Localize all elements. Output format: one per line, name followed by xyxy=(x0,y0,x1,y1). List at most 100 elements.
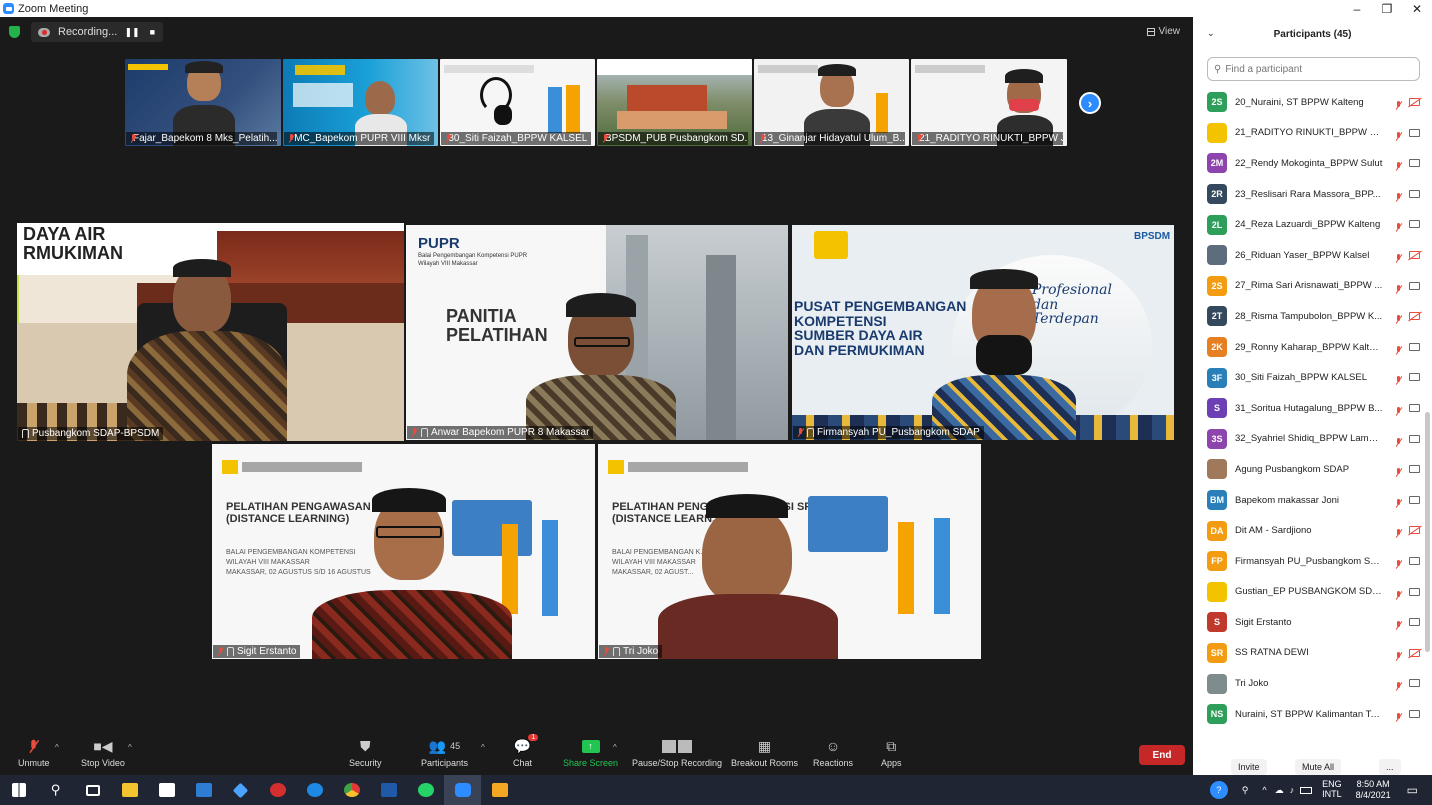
unmute-button[interactable]: Unmute xyxy=(18,738,50,768)
video-icon[interactable] xyxy=(1409,159,1420,168)
participant-row[interactable]: Gustian_EP PUSBANGKOM SDAP xyxy=(1193,577,1432,608)
mic-muted-icon[interactable] xyxy=(1395,158,1402,176)
participant-row[interactable]: Tri Joko xyxy=(1193,668,1432,699)
dropbox-icon[interactable] xyxy=(222,775,259,805)
participant-row[interactable]: 3F 30_Siti Faizah_BPPW KALSEL xyxy=(1193,362,1432,393)
participant-row[interactable]: 2K 29_Ronny Kaharap_BPPW Kalteng xyxy=(1193,332,1432,363)
video-icon[interactable] xyxy=(1409,465,1420,474)
clock[interactable]: 8:50 AM 8/4/2021 xyxy=(1356,779,1391,802)
filmstrip-tile[interactable]: Fajar_Bapekom 8 Mks_Pelatih... xyxy=(125,59,281,146)
video-tile-active-speaker[interactable]: DAYA AIR RMUKIMAN Pusbangkom SDAP-BPSDM xyxy=(17,223,404,441)
stop-recording-icon[interactable]: ■ xyxy=(150,27,155,38)
notifications-icon[interactable]: ▭ xyxy=(1407,783,1418,797)
participant-row[interactable]: NS Nuraini, ST BPPW Kalimantan Tengah xyxy=(1193,699,1432,730)
audio-options-caret[interactable]: ^ xyxy=(55,743,59,752)
minimize-button[interactable]: – xyxy=(1342,0,1372,17)
participant-row[interactable]: 2T 28_Risma Tampubolon_BPPW K... xyxy=(1193,301,1432,332)
battery-icon[interactable] xyxy=(1300,786,1313,794)
video-icon[interactable] xyxy=(1409,281,1420,290)
video-off-icon[interactable] xyxy=(1409,312,1420,321)
filmstrip-tile[interactable]: BPSDM_PUB Pusbangkom SD... xyxy=(597,59,752,146)
mic-muted-icon[interactable] xyxy=(1395,556,1402,574)
video-icon[interactable] xyxy=(1409,220,1420,229)
video-off-icon[interactable] xyxy=(1409,526,1420,535)
participant-row[interactable]: 26_Riduan Yaser_BPPW Kalsel xyxy=(1193,240,1432,271)
video-tile[interactable]: PELATIHAN PENGAW... NSTRUKSI SPAM (DISTA… xyxy=(598,444,981,659)
video-icon[interactable] xyxy=(1409,587,1420,596)
participant-row[interactable]: S 31_Soritua Hutagalung_BPPW B... xyxy=(1193,393,1432,424)
file-explorer-icon[interactable] xyxy=(111,775,148,805)
language-indicator[interactable]: ENG INTL xyxy=(1322,779,1342,800)
search-icon[interactable]: ⚲ xyxy=(37,775,74,805)
media-player-icon[interactable] xyxy=(481,775,518,805)
mic-muted-icon[interactable] xyxy=(1395,464,1402,482)
task-view-icon[interactable] xyxy=(74,775,111,805)
mic-muted-icon[interactable] xyxy=(1395,617,1402,635)
mic-muted-icon[interactable] xyxy=(1395,434,1402,452)
reactions-button[interactable]: ☺ Reactions xyxy=(813,738,853,768)
chevron-down-icon[interactable]: ⌄ xyxy=(1207,28,1215,39)
share-options-caret[interactable]: ^ xyxy=(613,743,617,752)
mic-muted-icon[interactable] xyxy=(1395,342,1402,360)
participant-list-scrollbar[interactable] xyxy=(1425,412,1430,652)
cloud-icon[interactable]: ☁ xyxy=(1275,785,1284,796)
pause-recording-icon[interactable]: ❚❚ xyxy=(124,27,139,38)
stop-video-button[interactable]: ■◀ Stop Video xyxy=(81,738,125,769)
video-tile[interactable]: PELATIHAN PENGAWASAN ... SPAM (DISTANCE … xyxy=(212,444,595,659)
participant-row[interactable]: 2L 24_Reza Lazuardi_BPPW Kalteng xyxy=(1193,209,1432,240)
video-icon[interactable] xyxy=(1409,189,1420,198)
participant-row[interactable]: 2M 22_Rendy Mokoginta_BPPW Sulut xyxy=(1193,148,1432,179)
video-options-caret[interactable]: ^ xyxy=(128,743,132,752)
pause-stop-recording-button[interactable]: Pause/Stop Recording xyxy=(632,738,722,768)
filmstrip-tile[interactable]: MC_Bapekom PUPR VIII Mksr xyxy=(283,59,438,146)
windows-start-icon[interactable] xyxy=(0,775,37,805)
video-icon[interactable] xyxy=(1409,709,1420,718)
edge-icon[interactable] xyxy=(296,775,333,805)
video-icon[interactable] xyxy=(1409,403,1420,412)
mic-muted-icon[interactable] xyxy=(1395,709,1402,727)
app-red-icon[interactable] xyxy=(259,775,296,805)
next-page-button[interactable]: › xyxy=(1079,92,1101,114)
participant-row[interactable]: 2S 20_Nuraini, ST BPPW Kalteng xyxy=(1193,87,1432,118)
participant-row[interactable]: DA Dit AM - Sardjiono xyxy=(1193,515,1432,546)
chat-button[interactable]: 💬 1 Chat xyxy=(513,734,539,768)
mic-muted-icon[interactable] xyxy=(1395,281,1402,299)
zoom-taskbar-icon[interactable] xyxy=(444,775,481,805)
end-meeting-button[interactable]: End xyxy=(1139,745,1185,765)
video-icon[interactable] xyxy=(1409,342,1420,351)
apps-button[interactable]: ⧉ Apps xyxy=(881,738,902,769)
video-icon[interactable] xyxy=(1409,128,1420,137)
filmstrip-tile[interactable]: 21_RADITYO RINUKTI_BPPW J... xyxy=(911,59,1067,146)
mute-all-button[interactable]: Mute All xyxy=(1295,759,1342,775)
mic-muted-icon[interactable] xyxy=(1395,525,1402,543)
participant-row[interactable]: BM Bapekom makassar Joni xyxy=(1193,485,1432,516)
participant-row[interactable]: S Sigit Erstanto xyxy=(1193,607,1432,638)
participant-row[interactable]: FP Firmansyah PU_Pusbangkom SD... xyxy=(1193,546,1432,577)
video-icon[interactable] xyxy=(1409,373,1420,382)
invite-button[interactable]: Invite xyxy=(1231,759,1267,775)
filmstrip-tile[interactable]: 13_Ginanjar Hidayatul Ulum_B... xyxy=(754,59,909,146)
mic-muted-icon[interactable] xyxy=(1395,219,1402,237)
mic-muted-icon[interactable] xyxy=(1395,403,1402,421)
tray-expand-icon[interactable]: ^ xyxy=(1262,785,1266,795)
video-tile[interactable]: PUPR Balai Pengembangan Kompetensi PUPR … xyxy=(406,225,788,440)
mic-muted-icon[interactable] xyxy=(1395,678,1402,696)
participants-button[interactable]: 👥 45 Participants xyxy=(421,738,468,769)
view-button[interactable]: View xyxy=(1146,26,1180,37)
mic-muted-icon[interactable] xyxy=(1395,587,1402,605)
video-icon[interactable] xyxy=(1409,495,1420,504)
participant-row[interactable]: 2R 23_Reslisari Rara Massora_BPP... xyxy=(1193,179,1432,210)
participant-search-input[interactable]: ⚲ Find a participant xyxy=(1207,57,1420,81)
network-people-icon[interactable]: ⚲ xyxy=(1242,785,1249,796)
security-shield-icon[interactable] xyxy=(9,26,20,38)
participant-row[interactable]: Agung Pusbangkom SDAP xyxy=(1193,454,1432,485)
more-options-button[interactable]: ... xyxy=(1379,759,1401,775)
mic-muted-icon[interactable] xyxy=(1395,128,1402,146)
participant-row[interactable]: 21_RADITYO RINUKTI_BPPW JAT... xyxy=(1193,118,1432,149)
breakout-rooms-button[interactable]: ▦ Breakout Rooms xyxy=(731,738,798,769)
security-button[interactable]: ⛊ Security xyxy=(349,738,382,769)
participant-row[interactable]: SR SS RATNA DEWI xyxy=(1193,638,1432,669)
mic-muted-icon[interactable] xyxy=(1395,250,1402,268)
help-icon[interactable]: ? xyxy=(1209,781,1228,799)
mic-muted-icon[interactable] xyxy=(1395,495,1402,513)
